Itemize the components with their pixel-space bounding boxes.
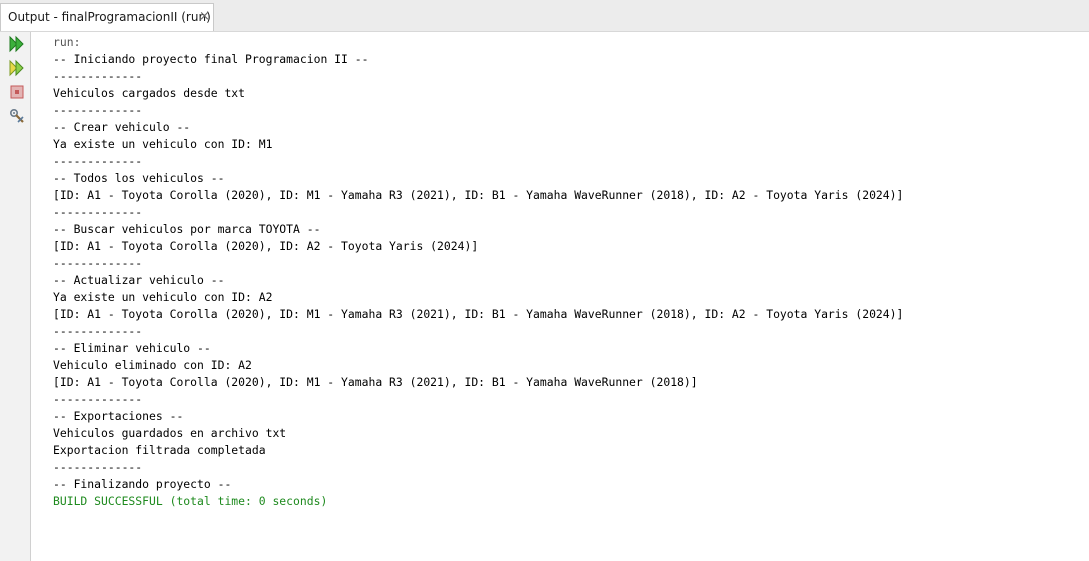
console-output[interactable]: run: -- Iniciando proyecto final Programa…	[53, 34, 1083, 510]
console-line: Ya existe un vehiculo con ID: A2	[53, 290, 273, 304]
console-line: -------------	[53, 460, 143, 474]
console-line: -------------	[53, 205, 143, 219]
console-line: -- Iniciando proyecto final Programacion…	[53, 52, 369, 66]
console-line: -- Finalizando proyecto --	[53, 477, 232, 491]
console-line: -- Exportaciones --	[53, 409, 184, 423]
console-line: [ID: A1 - Toyota Corolla (2020), ID: M1 …	[53, 307, 904, 321]
rerun-icon[interactable]	[8, 35, 26, 53]
settings-icon[interactable]	[8, 107, 26, 125]
console-line: -------------	[53, 324, 143, 338]
console-line: BUILD SUCCESSFUL (total time: 0 seconds)	[53, 494, 328, 508]
console-line: Ya existe un vehiculo con ID: M1	[53, 137, 273, 151]
console-line: Exportacion filtrada completada	[53, 443, 266, 457]
console-line: -------------	[53, 392, 143, 406]
console-line: -------------	[53, 256, 143, 270]
console-line: -- Todos los vehiculos --	[53, 171, 225, 185]
tab-bar: Output - finalProgramacionII (run) ×	[0, 0, 1089, 32]
console-line: -------------	[53, 103, 143, 117]
output-toolbar	[0, 32, 31, 561]
console-line: [ID: A1 - Toyota Corolla (2020), ID: M1 …	[53, 188, 904, 202]
console-line: -- Crear vehiculo --	[53, 120, 191, 134]
tab-output[interactable]: Output - finalProgramacionII (run) ×	[0, 3, 214, 31]
console-line: [ID: A1 - Toyota Corolla (2020), ID: A2 …	[53, 239, 479, 253]
console-line: Vehiculos guardados en archivo txt	[53, 426, 287, 440]
output-window: Output - finalProgramacionII (run) × run…	[0, 0, 1089, 561]
console-line: -- Actualizar vehiculo --	[53, 273, 225, 287]
console-line: [ID: A1 - Toyota Corolla (2020), ID: M1 …	[53, 375, 698, 389]
stop-icon[interactable]	[8, 83, 26, 101]
console-line: -------------	[53, 69, 143, 83]
console-line: -- Eliminar vehiculo --	[53, 341, 211, 355]
console-line: -------------	[53, 154, 143, 168]
close-icon[interactable]: ×	[199, 9, 210, 25]
tab-title: Output - finalProgramacionII (run)	[8, 10, 211, 24]
console-line: Vehiculos cargados desde txt	[53, 86, 246, 100]
rerun-with-options-icon[interactable]	[8, 59, 26, 77]
console-line: -- Buscar vehiculos por marca TOYOTA --	[53, 222, 321, 236]
console-line: run:	[53, 35, 81, 49]
console-line: Vehiculo eliminado con ID: A2	[53, 358, 252, 372]
